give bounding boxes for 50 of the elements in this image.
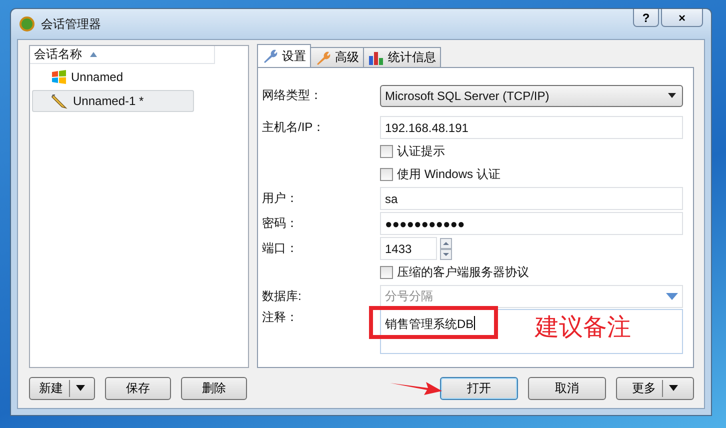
field-label: 用户：	[262, 190, 299, 207]
checkbox-label: 压缩的客户端服务器协议	[397, 264, 529, 281]
button[interactable]: 更多	[616, 376, 694, 400]
database-field[interactable]: 分号分隔	[380, 285, 683, 308]
session-name: Unnamed-1 *	[73, 94, 144, 108]
bar-chart-icon	[368, 50, 384, 64]
tab[interactable]: 高级	[310, 47, 364, 67]
dropdown-arrow-icon	[668, 93, 676, 98]
session-item[interactable]: Unnamed-1 *	[32, 90, 194, 112]
checkbox[interactable]	[380, 145, 393, 158]
wrench-icon	[262, 48, 278, 64]
field-label: 数据库:	[262, 288, 302, 305]
close-button[interactable]: ×	[661, 9, 703, 27]
checkbox-label: 使用 Windows 认证	[397, 166, 500, 183]
field-label: 主机名/IP：	[262, 119, 326, 136]
button[interactable]: 新建	[29, 376, 95, 400]
input-field[interactable]: ●●●●●●●●●●●	[380, 212, 683, 235]
spin-down-icon[interactable]	[440, 248, 452, 260]
sort-ascending-icon	[90, 52, 97, 57]
annotation-text: 建议备注	[535, 312, 631, 343]
column-header[interactable]: 会话名称	[30, 46, 215, 64]
checkbox[interactable]	[380, 168, 393, 181]
annotation-arrow	[390, 379, 442, 395]
field-label: 端口：	[262, 240, 299, 257]
pencil-icon	[51, 93, 69, 109]
checkbox-label: 认证提示	[397, 143, 445, 160]
windows-logo-icon	[51, 69, 67, 85]
column-title: 会话名称	[34, 46, 82, 63]
window-title: 会话管理器	[41, 16, 101, 32]
port-field[interactable]: 1433	[380, 237, 437, 260]
field-label: 网络类型：	[262, 87, 323, 104]
tab[interactable]: 统计信息	[363, 47, 441, 67]
app-logo-icon	[19, 16, 35, 32]
tab[interactable]: 设置	[257, 44, 311, 67]
input-field[interactable]: 192.168.48.191	[380, 116, 683, 139]
session-name: Unnamed	[71, 70, 124, 84]
network-type-dropdown[interactable]: Microsoft SQL Server (TCP/IP)	[380, 84, 683, 106]
help-button[interactable]: ?	[633, 9, 659, 27]
input-field[interactable]: sa	[380, 187, 683, 210]
button[interactable]: 取消	[528, 376, 606, 400]
dropdown-arrow-icon	[666, 293, 678, 300]
session-item[interactable]: Unnamed	[32, 66, 194, 88]
button[interactable]: 删除	[181, 376, 247, 400]
field-label: 注释：	[262, 309, 299, 326]
checkbox[interactable]	[380, 266, 393, 279]
field-label: 密码：	[262, 215, 299, 232]
button[interactable]: 打开	[440, 376, 518, 400]
wrench-icon	[315, 50, 331, 66]
button[interactable]: 保存	[105, 376, 171, 400]
spin-up-icon[interactable]	[440, 238, 452, 248]
